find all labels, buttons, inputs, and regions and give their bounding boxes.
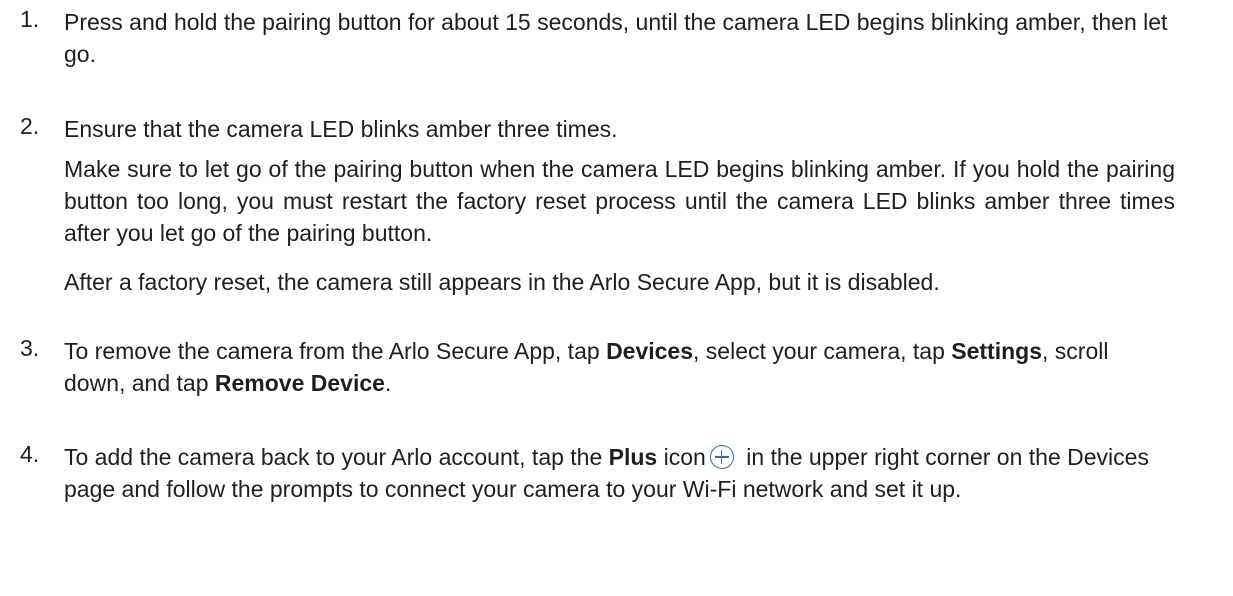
step-number: 3. <box>20 335 40 361</box>
step-4: 4. To add the camera back to your Arlo a… <box>20 441 1175 505</box>
step-2: 2. Ensure that the camera LED blinks amb… <box>20 113 1175 298</box>
plus-label: Plus <box>608 444 658 470</box>
step-number: 2. <box>20 113 40 139</box>
step-note: Make sure to let go of the pairing butto… <box>64 156 1175 246</box>
remove-device-label: Remove Device <box>214 370 385 396</box>
step-number: 1. <box>20 6 40 32</box>
step-note: After a factory reset, the camera still … <box>64 269 940 295</box>
step-1: 1. Press and hold the pairing button for… <box>20 6 1175 70</box>
settings-label: Settings <box>951 338 1042 364</box>
step-text: Press and hold the pairing button for ab… <box>64 9 1168 67</box>
step-text: To add the camera back to your Arlo acco… <box>64 444 1149 502</box>
step-3: 3. To remove the camera from the Arlo Se… <box>20 335 1175 399</box>
plus-circle-icon <box>709 445 734 469</box>
devices-label: Devices <box>606 338 694 364</box>
step-text: To remove the camera from the Arlo Secur… <box>64 338 1109 396</box>
step-number: 4. <box>20 441 40 467</box>
step-text: Ensure that the camera LED blinks amber … <box>64 116 618 142</box>
instructions-page: 1. Press and hold the pairing button for… <box>0 0 1233 596</box>
